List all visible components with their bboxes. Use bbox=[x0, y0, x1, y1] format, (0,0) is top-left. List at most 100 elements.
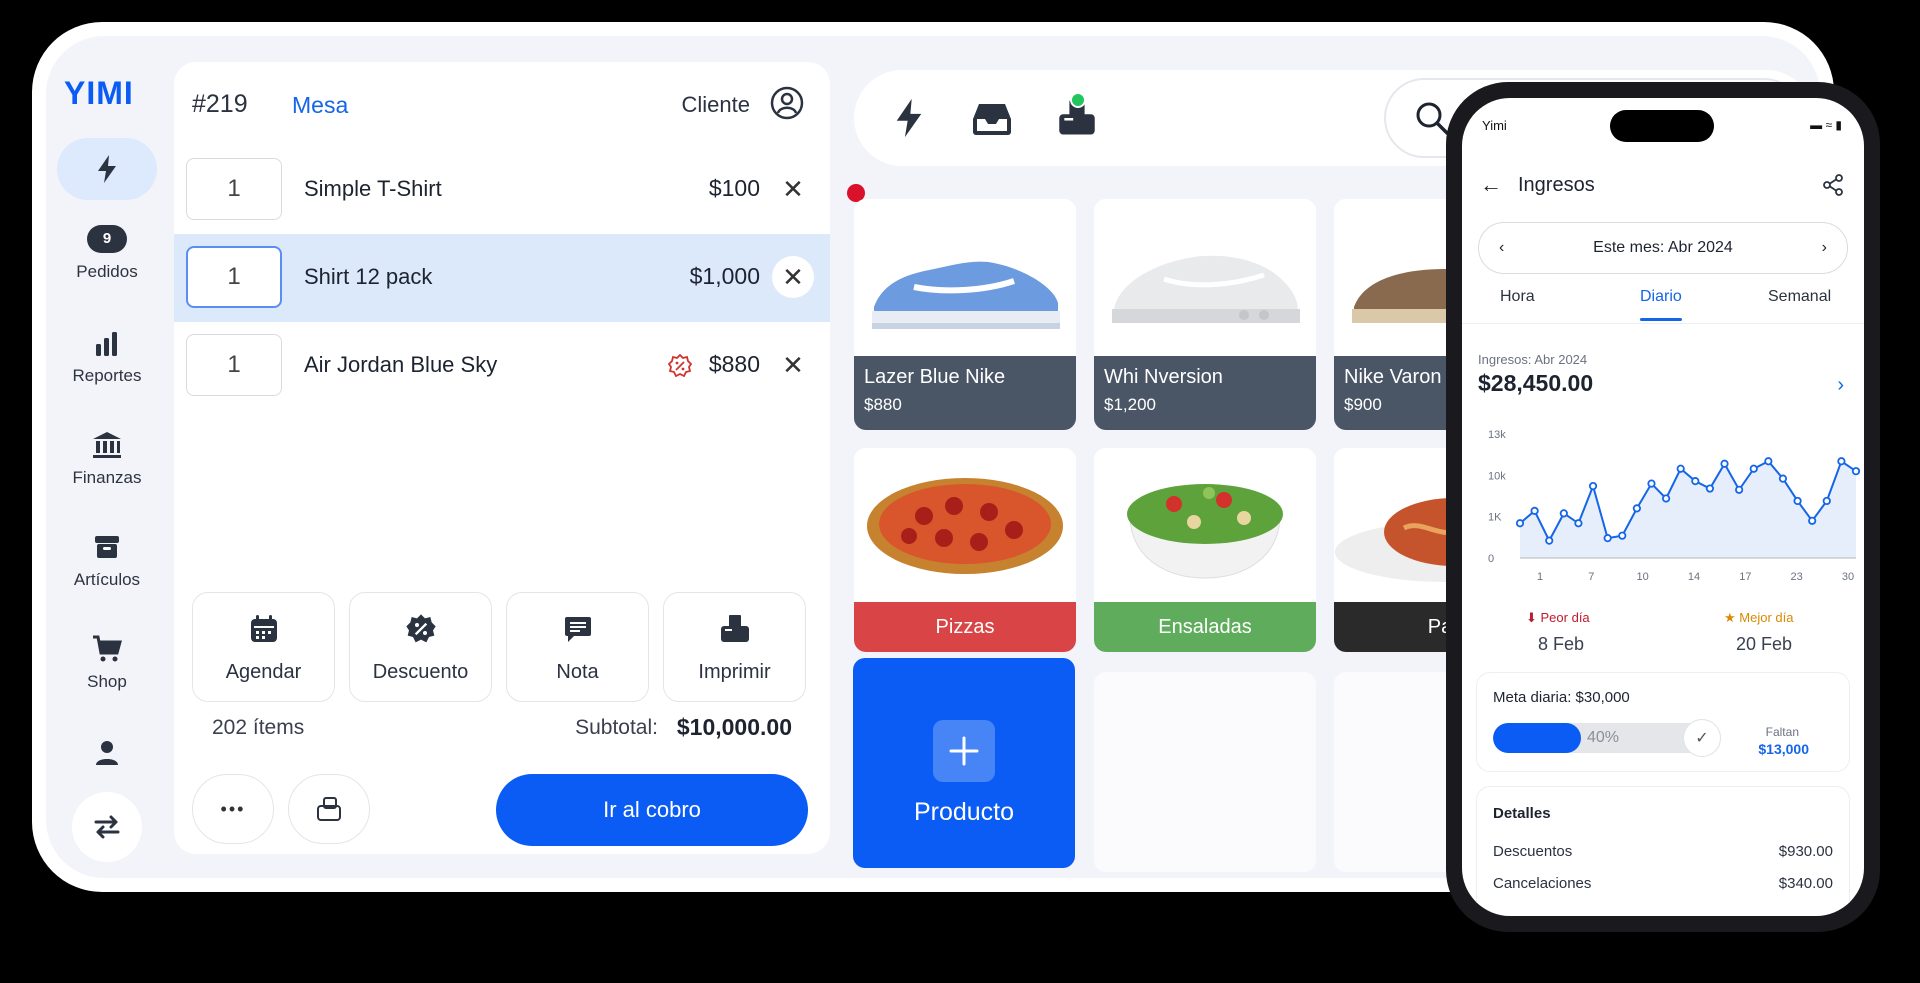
calendar-icon bbox=[250, 615, 277, 642]
best-day-value: 20 Feb bbox=[1736, 634, 1793, 654]
action-label: Nota bbox=[556, 661, 599, 683]
agendar-button[interactable]: Agendar bbox=[192, 592, 335, 702]
data-point bbox=[1676, 464, 1685, 473]
printer-icon bbox=[720, 615, 749, 642]
action-label: Agendar bbox=[225, 661, 302, 683]
bar-chart-icon bbox=[96, 332, 117, 356]
category-card[interactable]: Pizzas bbox=[854, 448, 1076, 652]
share-icon[interactable] bbox=[1822, 174, 1844, 196]
data-point bbox=[1822, 496, 1831, 506]
sidebar-item-pedidos[interactable]: 9 Pedidos bbox=[46, 222, 168, 282]
pizza-image bbox=[854, 448, 1076, 602]
sidebar-item-shop[interactable]: Shop bbox=[46, 632, 168, 692]
switch-button[interactable] bbox=[72, 792, 142, 862]
inbox-icon[interactable] bbox=[972, 102, 1012, 136]
imprimir-button[interactable]: Imprimir bbox=[663, 592, 806, 702]
order-line[interactable]: 1 Air Jordan Blue Sky $880 ✕ bbox=[174, 322, 830, 410]
chevron-right-icon[interactable]: › bbox=[1822, 223, 1827, 273]
data-point bbox=[1515, 519, 1525, 528]
daily-goal-card: Meta diaria: $30,000 40% ✓ Faltan $13,00… bbox=[1476, 672, 1850, 772]
order-header: #219 Mesa Cliente bbox=[174, 62, 830, 144]
order-actions: Agendar Descuento Nota Imprimir bbox=[192, 592, 806, 702]
goal-label: Meta diaria: $30,000 bbox=[1493, 689, 1630, 706]
details-card: Detalles Descuentos $930.00 Cancelacione… bbox=[1476, 786, 1850, 916]
remove-line-button[interactable]: ✕ bbox=[772, 168, 814, 210]
swap-icon bbox=[94, 815, 120, 839]
product-info: Whi Nversion $1,200 bbox=[1094, 356, 1316, 430]
sidebar-item-profile[interactable] bbox=[46, 736, 168, 776]
cart-icon bbox=[93, 635, 122, 662]
order-line-selected[interactable]: 1 Shirt 12 pack $1,000 ✕ bbox=[174, 234, 830, 322]
product-card[interactable]: Whi Nversion $1,200 bbox=[1094, 199, 1316, 430]
worst-day-label: ⬇ Peor día bbox=[1526, 610, 1590, 625]
data-point bbox=[1603, 534, 1612, 543]
sidebar-item-articulos[interactable]: Artículos bbox=[46, 530, 168, 590]
sidebar-item-finanzas[interactable]: Finanzas bbox=[46, 428, 168, 488]
tab-semanal[interactable]: Semanal bbox=[1768, 288, 1831, 306]
add-product-button[interactable]: Producto bbox=[853, 658, 1075, 868]
detail-label: Descuentos bbox=[1493, 843, 1573, 860]
worst-day-value: 8 Feb bbox=[1538, 634, 1585, 654]
detail-row: Cancelaciones $340.00 bbox=[1493, 875, 1833, 892]
lightning-icon[interactable] bbox=[894, 98, 924, 138]
detail-row: Descuentos $930.00 bbox=[1493, 843, 1833, 860]
order-line[interactable]: 1 Simple T-Shirt $100 ✕ bbox=[174, 146, 830, 234]
line-name: Air Jordan Blue Sky bbox=[304, 352, 498, 377]
chevron-right-icon[interactable]: › bbox=[1837, 374, 1844, 397]
dynamic-island bbox=[1610, 110, 1714, 142]
back-arrow-icon[interactable]: ← bbox=[1480, 172, 1502, 198]
pay-button[interactable]: Ir al cobro bbox=[496, 774, 808, 846]
faltan-label: Faltan bbox=[1765, 725, 1799, 739]
month-selector[interactable]: ‹ Este mes: Abr 2024 › bbox=[1478, 222, 1848, 274]
quantity-field[interactable]: 1 bbox=[186, 246, 282, 308]
x-tick-label: 30 bbox=[1842, 571, 1854, 583]
remove-line-button[interactable]: ✕ bbox=[772, 344, 814, 386]
more-options-button[interactable]: ••• bbox=[192, 774, 274, 844]
phone-screen: Yimi ▬ ≈ ▮ ← Ingresos ‹ Este mes: Abr 20… bbox=[1462, 98, 1864, 916]
category-card[interactable]: Ensaladas bbox=[1094, 448, 1316, 652]
goal-progress-bar: 40% bbox=[1493, 723, 1713, 753]
add-product-label: Producto bbox=[913, 798, 1015, 826]
quantity-field[interactable]: 1 bbox=[186, 334, 282, 396]
order-number: #219 bbox=[192, 90, 248, 118]
data-point bbox=[1618, 531, 1627, 540]
data-point bbox=[1837, 457, 1846, 466]
order-panel: #219 Mesa Cliente 1 Simple T-Shirt $100 … bbox=[174, 62, 830, 854]
chevron-left-icon[interactable]: ‹ bbox=[1499, 223, 1504, 273]
items-count: 202 ítems bbox=[212, 716, 305, 739]
details-title: Detalles bbox=[1493, 805, 1551, 822]
copy-button[interactable] bbox=[288, 774, 370, 844]
descuento-button[interactable]: Descuento bbox=[349, 592, 492, 702]
quick-sale-button[interactable] bbox=[57, 138, 157, 200]
sidebar-item-label: Artículos bbox=[73, 570, 141, 589]
quantity-field[interactable]: 1 bbox=[186, 158, 282, 220]
discount-icon bbox=[668, 354, 692, 378]
data-point bbox=[1530, 506, 1539, 515]
tab-diario[interactable]: Diario bbox=[1640, 288, 1682, 321]
product-card[interactable]: Lazer Blue Nike $880 bbox=[854, 199, 1076, 430]
cliente-button[interactable]: Cliente bbox=[682, 92, 750, 118]
y-tick-label: 1K bbox=[1488, 512, 1502, 524]
sidebar-item-reportes[interactable]: Reportes bbox=[46, 326, 168, 386]
product-name: Lazer Blue Nike bbox=[864, 366, 1006, 388]
sidebar-item-label: Finanzas bbox=[72, 468, 142, 487]
data-point bbox=[1851, 467, 1860, 476]
data-point bbox=[1545, 536, 1554, 545]
copy-icon bbox=[317, 797, 341, 821]
product-name: Whi Nversion bbox=[1104, 366, 1223, 388]
tab-hora[interactable]: Hora bbox=[1500, 288, 1535, 306]
data-point bbox=[1647, 479, 1656, 488]
line-price: $880 bbox=[708, 351, 760, 377]
nota-button[interactable]: Nota bbox=[506, 592, 649, 702]
empty-slot bbox=[1094, 672, 1316, 872]
user-circle-icon[interactable] bbox=[770, 86, 804, 120]
subtotal-label: Subtotal: bbox=[575, 716, 658, 739]
lightning-icon bbox=[98, 155, 116, 183]
category-label: Pizzas bbox=[854, 602, 1076, 652]
remove-line-button[interactable]: ✕ bbox=[772, 256, 814, 298]
line-price: $100 bbox=[708, 175, 760, 201]
mesa-link[interactable]: Mesa bbox=[292, 92, 348, 119]
line-price: $1,000 bbox=[689, 263, 760, 289]
more-icon: ••• bbox=[220, 798, 246, 819]
data-point bbox=[1808, 516, 1817, 525]
